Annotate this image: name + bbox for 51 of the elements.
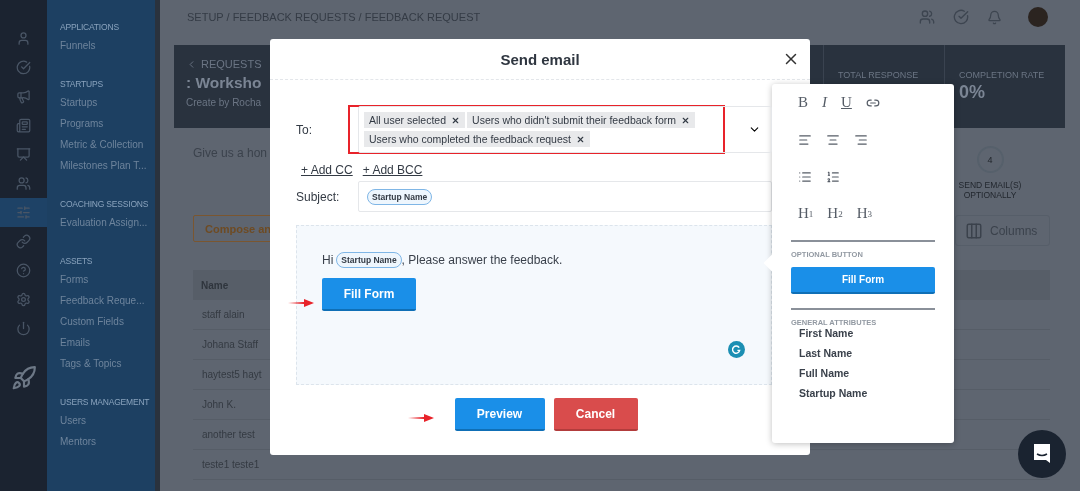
sidebar-item[interactable]: Feedback Reque... [60, 295, 145, 306]
message-text: , Please answer the feedback. [401, 253, 563, 267]
field-label: Subject: [296, 189, 341, 204]
attribute-item[interactable]: First Name [791, 327, 935, 347]
attribute-item[interactable]: Startup Name [791, 387, 935, 407]
stat-label: COMPLETION RATE [959, 70, 1046, 80]
page-subtitle: Create by Rocha [186, 97, 262, 108]
placeholder-token: Startup Name [367, 188, 433, 205]
fill-form-button[interactable]: Fill Form [791, 267, 935, 294]
stat-label: TOTAL RESPONSE [838, 70, 920, 80]
stat-value: 0% [959, 82, 986, 103]
sidebar-item[interactable]: Programs [60, 118, 104, 129]
step-label: SEND EMAIL(S) OPTIONALLY [957, 180, 1023, 200]
preview-button[interactable]: Preview [454, 398, 545, 431]
cancel-button[interactable]: Cancel [553, 398, 638, 431]
sidebar-item[interactable]: Emails [60, 337, 90, 348]
sidebar-item[interactable]: Startups [60, 97, 98, 108]
page-title: : Worksho [186, 74, 262, 92]
recipient-tag: Users who didn't submit their feedback form [467, 112, 695, 128]
section-title: ASSETS [60, 256, 94, 266]
dialog-title: Send email [500, 50, 580, 68]
subject-field[interactable]: Startup Name [358, 181, 772, 212]
recipients-field[interactable]: All user selected Users who didn't submit their feedback form Users who completed the feedback request [358, 106, 772, 153]
section-title: USERS MANAGEMENT [60, 397, 151, 407]
section-title: COACHING SESSIONS [60, 199, 150, 209]
attribute-item[interactable]: Last Name [791, 347, 935, 367]
sidebar-item[interactable]: Forms [60, 274, 89, 285]
sidebar-item[interactable]: Tags & Topics [60, 358, 122, 369]
recipient-tag: All user selected [364, 112, 466, 128]
message-text: Hi [322, 253, 334, 267]
attribute-item[interactable]: Full Name [791, 367, 935, 387]
sidebar-item[interactable]: Evaluation Assign... [60, 217, 148, 228]
sidebar-item[interactable]: Funnels [60, 40, 96, 51]
back-link[interactable]: REQUESTS [201, 58, 262, 70]
add-link[interactable]: + Add CC [301, 163, 353, 179]
add-link[interactable]: + Add BCC [362, 163, 423, 179]
sidebar-item[interactable]: Milestones Plan T... [60, 160, 147, 171]
bold-button[interactable]: B [798, 94, 808, 111]
section-title: STARTUPS [60, 79, 104, 89]
message-editor[interactable]: Hi Startup Name , Please answer the feedback. Fill Form [296, 225, 772, 385]
placeholder-token: Startup Name [336, 252, 402, 268]
section-title: APPLICATIONS [60, 22, 120, 32]
field-label: To: [296, 122, 313, 137]
italic-button[interactable]: I [822, 94, 827, 111]
fill-form-button[interactable]: Fill Form [322, 278, 416, 311]
underline-button[interactable]: U [841, 94, 852, 111]
recipient-tag: Users who completed the feedback request [364, 131, 590, 147]
sidebar-item[interactable]: Custom Fields [60, 316, 124, 327]
sidebar-item[interactable]: Users [60, 415, 87, 426]
sidebar-item[interactable]: Metric & Collection [60, 139, 144, 150]
sidebar-item[interactable]: Mentors [60, 436, 97, 447]
